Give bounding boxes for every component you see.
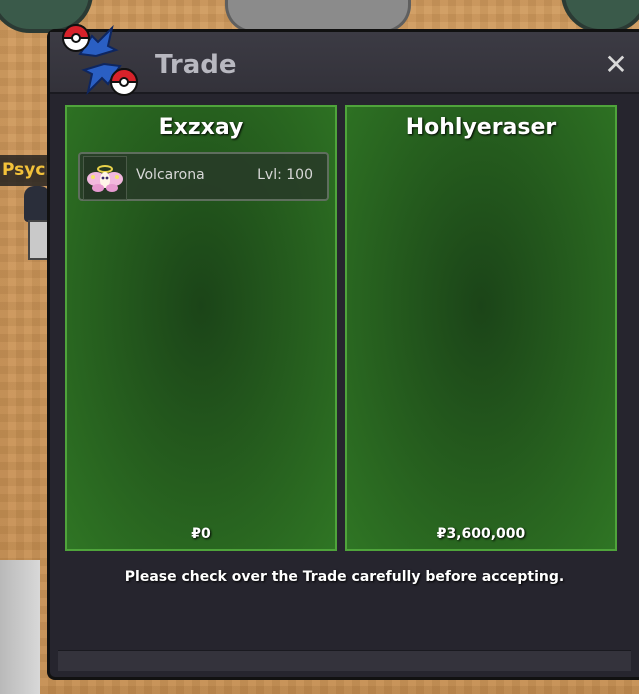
trade-pokeball-arrows-icon [58, 20, 142, 100]
volcarona-sprite-icon [83, 156, 127, 200]
window-title: Trade [155, 50, 237, 80]
pokemon-level: Lvl: 100 [257, 167, 313, 183]
money-offer-left: ₽0 [191, 526, 211, 542]
money-offer-right: ₽3,600,000 [436, 526, 526, 542]
bottom-bar [58, 650, 631, 671]
trade-notice: Please check over the Trade carefully be… [124, 569, 565, 585]
close-button[interactable]: ✕ [603, 51, 629, 79]
offer-panel-right: Hohlyeraser ₽3,600,000 [345, 105, 617, 551]
player-name-left: Exzxay [158, 115, 244, 140]
pokemon-offer-slot[interactable]: Volcarona Lvl: 100 [78, 152, 329, 201]
pokemon-name: Volcarona [136, 167, 205, 183]
player-name-right: Hohlyeraser [405, 115, 557, 140]
rock-wall [0, 560, 40, 694]
trade-window: Trade ✕ Exzxay Volcarona Lvl: 100 ₽0 Hoh… [47, 29, 639, 680]
offer-panel-left: Exzxay Volcarona Lvl: 100 ₽0 [65, 105, 337, 551]
